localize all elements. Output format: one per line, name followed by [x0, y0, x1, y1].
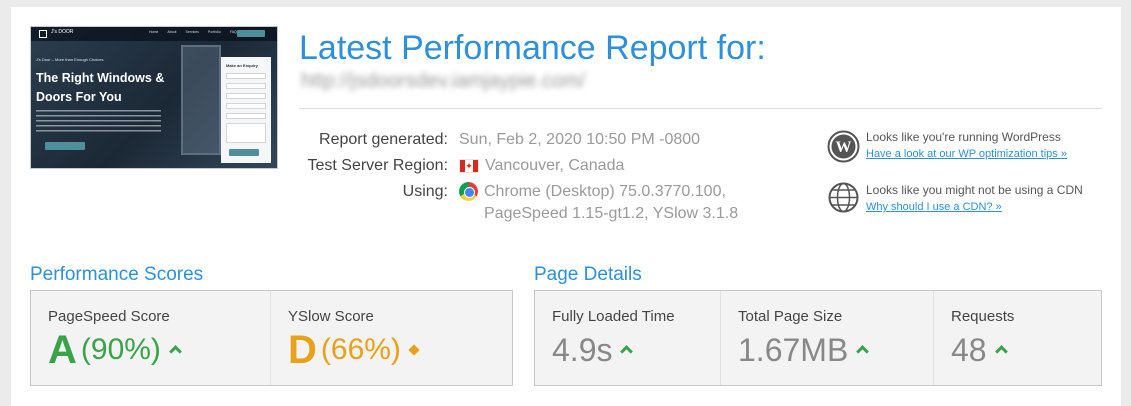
thumbnail-tagline: J's Door – More than Enough Choices	[36, 57, 104, 62]
yslow-grade: D	[288, 328, 317, 372]
using-tools-text: PageSpeed 1.15-gt1.2, YSlow 3.1.8	[484, 205, 739, 222]
using-value: Chrome (Desktop) 75.0.3770.100,	[459, 182, 726, 201]
performance-scores-title: Performance Scores	[30, 264, 204, 285]
trend-up-icon	[995, 344, 1007, 356]
thumbnail-nav: J's DOOR Home About Services Portfolio F…	[31, 27, 277, 41]
chrome-icon	[459, 182, 478, 201]
report-generated-label: Report generated:	[319, 131, 448, 148]
thumbnail-body-text	[36, 110, 161, 132]
total-page-size-cell[interactable]: Total Page Size 1.67MB	[721, 291, 934, 385]
globe-icon	[828, 182, 859, 213]
thumbnail-form-field	[226, 113, 266, 119]
thumbnail-form-field	[226, 73, 266, 79]
thumbnail-form-textarea	[226, 123, 266, 143]
test-region-label: Test Server Region:	[307, 157, 448, 174]
wordpress-tips-link[interactable]: Have a look at our WP optimization tips …	[866, 148, 1067, 160]
thumbnail-cta	[237, 30, 265, 37]
pagespeed-score-value: A (90%)	[48, 328, 181, 372]
requests-number: 48	[951, 332, 987, 368]
pagespeed-grade: A	[48, 328, 77, 372]
trend-up-icon	[620, 344, 632, 356]
yslow-score-cell[interactable]: YSlow Score D (66%)	[271, 291, 512, 385]
svg-text:W: W	[836, 139, 852, 156]
fully-loaded-time-value: 4.9s	[552, 328, 632, 372]
thumbnail-form-field	[226, 103, 266, 109]
thumbnail-menu-item: Portfolio	[207, 30, 221, 34]
thumbnail-form-submit	[229, 149, 259, 156]
canada-flag-icon: ✦	[459, 159, 479, 173]
yslow-score-value: D (66%)	[288, 328, 420, 372]
thumbnail-menu-item: Services	[185, 30, 199, 34]
thumbnail-form-field	[226, 83, 266, 89]
using-browser-text: Chrome (Desktop) 75.0.3770.100,	[484, 182, 726, 200]
thumbnail-logo-text: J's DOOR	[51, 29, 74, 35]
total-page-size-value: 1.67MB	[738, 328, 868, 372]
page-details-panel: Fully Loaded Time 4.9s Total Page Size 1…	[534, 290, 1102, 386]
wordpress-tip-text: Looks like you're running WordPress	[866, 130, 1061, 144]
thumbnail-headline: The Right Windows & Doors For You	[36, 71, 165, 104]
pagespeed-score-cell[interactable]: PageSpeed Score A (90%)	[31, 291, 271, 385]
thumbnail-form: Make an Enquiry	[221, 57, 271, 163]
fully-loaded-time-cell[interactable]: Fully Loaded Time 4.9s	[535, 291, 721, 385]
header-divider	[299, 108, 1102, 109]
requests-value: 48	[951, 328, 1007, 372]
yslow-score-label: YSlow Score	[288, 308, 374, 325]
thumbnail-window-image	[181, 45, 221, 155]
pagespeed-score-label: PageSpeed Score	[48, 308, 170, 325]
cdn-tips-link[interactable]: Why should I use a CDN? »	[866, 201, 1002, 213]
trend-neutral-icon	[408, 344, 420, 356]
report-generated-text: Sun, Feb 2, 2020 10:50 PM -0800	[459, 131, 701, 148]
pagespeed-percent: (90%)	[80, 333, 161, 366]
page-details-title: Page Details	[534, 264, 642, 285]
cdn-tip-text: Looks like you might not be using a CDN	[866, 183, 1083, 197]
report-generated-value: Sun, Feb 2, 2020 10:50 PM -0800	[459, 131, 700, 149]
trend-up-icon	[856, 344, 868, 356]
performance-scores-panel: PageSpeed Score A (90%) YSlow Score D (6…	[30, 290, 513, 386]
fully-loaded-time-number: 4.9s	[552, 332, 613, 368]
fully-loaded-time-label: Fully Loaded Time	[552, 308, 675, 325]
using-label: Using:	[402, 183, 448, 200]
thumbnail-form-field	[226, 93, 266, 99]
requests-cell[interactable]: Requests 48	[934, 291, 1101, 385]
thumbnail-menu-item: Home	[149, 30, 159, 34]
wordpress-icon: W	[827, 130, 860, 163]
test-region-value: ✦ Vancouver, Canada	[459, 157, 624, 175]
thumbnail-menu-item: About	[167, 30, 177, 34]
yslow-percent: (66%)	[320, 333, 401, 366]
thumbnail-form-title: Make an Enquiry	[226, 63, 258, 68]
report-url[interactable]: http://jsdoorsdev.iamjaypie.com/	[301, 70, 585, 93]
requests-label: Requests	[951, 308, 1015, 325]
page-title: Latest Performance Report for:	[299, 29, 766, 67]
test-region-text: Vancouver, Canada	[485, 157, 625, 174]
total-page-size-label: Total Page Size	[738, 308, 843, 325]
thumbnail-logo	[39, 30, 47, 38]
total-page-size-number: 1.67MB	[738, 332, 849, 368]
trend-up-icon	[169, 344, 181, 356]
thumbnail-button	[45, 142, 85, 150]
website-thumbnail[interactable]: J's DOOR Home About Services Portfolio F…	[30, 26, 278, 169]
